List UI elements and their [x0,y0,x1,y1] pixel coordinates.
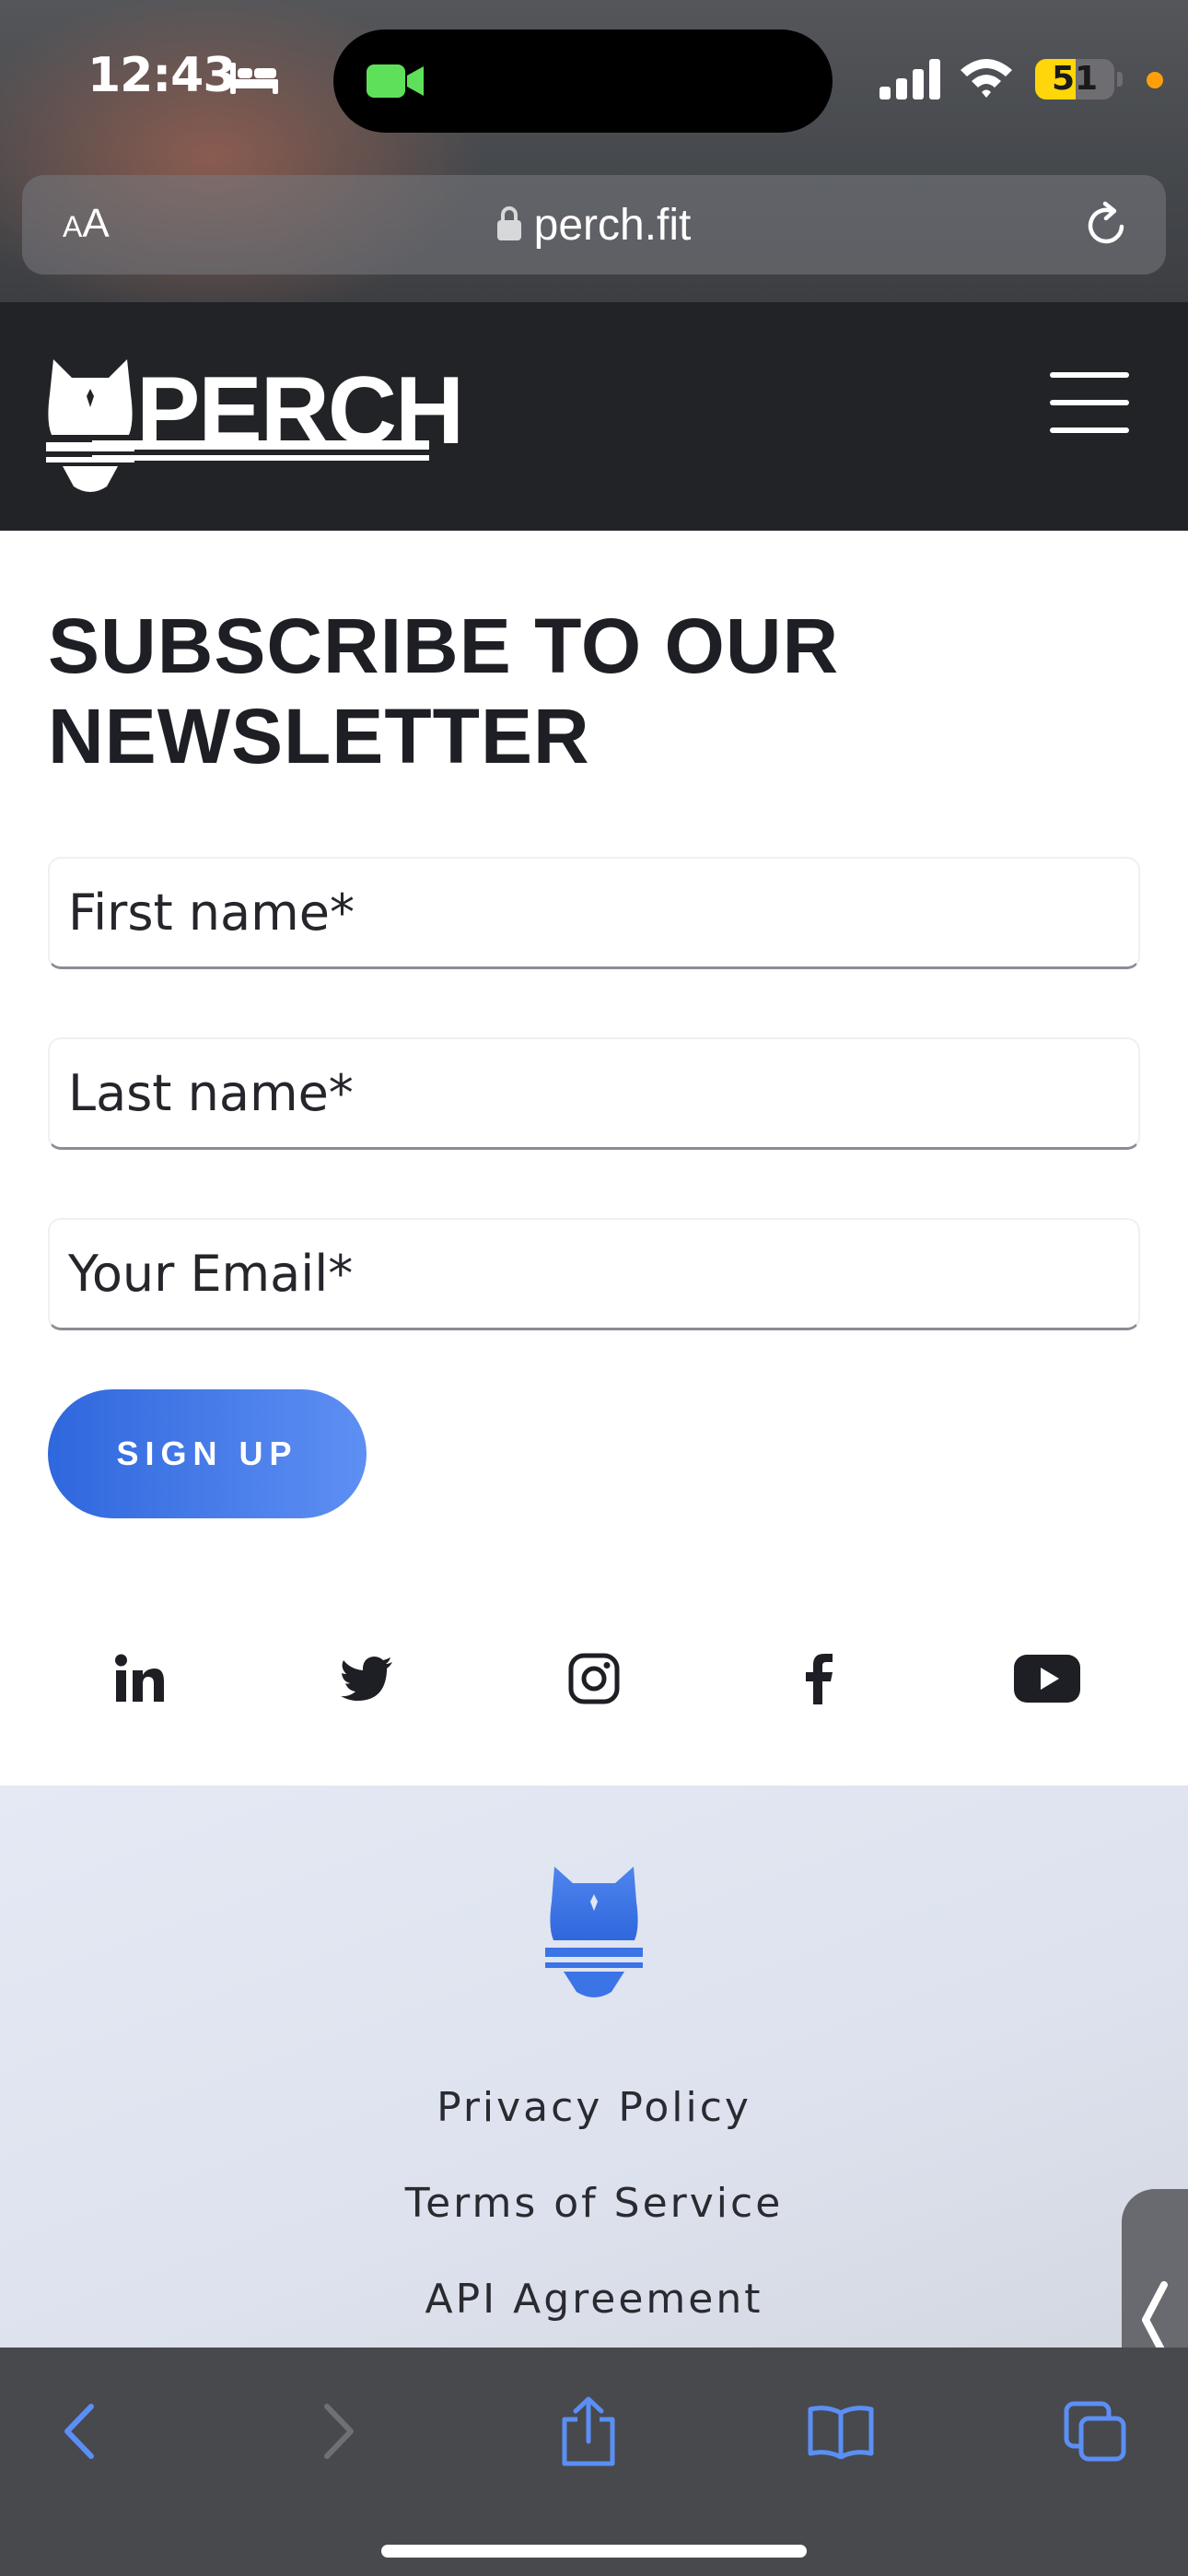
newsletter-title: SUBSCRIBE TO OUR NEWSLETTER [48,603,840,779]
battery-cap [1117,72,1123,87]
browser-top-chrome: 12:43 51 AA perch.fit [0,0,1188,302]
forward-icon[interactable] [297,2390,379,2473]
bookmarks-icon[interactable] [799,2390,882,2473]
terms-of-service-link[interactable]: Terms of Service [0,2180,1188,2227]
facebook-icon[interactable] [783,1642,856,1715]
battery-level: 51 [1051,60,1099,98]
logo-underline-thin [92,455,429,461]
signal-icon [879,59,944,104]
instagram-icon[interactable] [557,1642,631,1715]
email-input[interactable] [48,1218,1140,1330]
browser-toolbar [0,2348,1188,2576]
home-indicator[interactable] [381,2545,807,2558]
twitter-icon[interactable] [330,1642,403,1715]
share-icon[interactable] [547,2390,630,2473]
back-icon[interactable] [39,2390,122,2473]
sign-up-button[interactable]: SIGN UP [48,1389,367,1518]
social-links [0,1642,1188,1715]
dynamic-island [333,29,833,133]
lock-icon [496,205,521,245]
tabs-icon[interactable] [1054,2390,1136,2473]
youtube-icon[interactable] [1010,1642,1084,1715]
site-header: PERCH [0,302,1188,531]
facetime-icon[interactable] [367,63,425,104]
site-footer: Privacy Policy Terms of Service API Agre… [0,1786,1188,2348]
logo-underline [92,440,429,450]
perch-logo-icon[interactable] [46,357,134,500]
hamburger-menu-icon[interactable] [1050,372,1133,437]
last-name-input[interactable] [48,1037,1140,1150]
linkedin-icon[interactable] [103,1642,177,1715]
url-field[interactable]: perch.fit [22,175,1166,275]
privacy-policy-link[interactable]: Privacy Policy [0,2084,1188,2131]
url-text: perch.fit [533,200,692,250]
first-name-input[interactable] [48,857,1140,969]
bed-icon [228,59,280,100]
address-bar[interactable]: AA perch.fit [22,175,1166,275]
mic-in-use-dot [1147,72,1163,88]
wifi-icon [958,55,1015,104]
status-time: 12:43 [87,48,237,103]
api-agreement-link[interactable]: API Agreement [0,2276,1188,2323]
reload-icon[interactable] [1081,199,1133,255]
footer-logo-icon[interactable] [545,1865,643,2004]
battery-icon: 51 [1035,59,1114,100]
